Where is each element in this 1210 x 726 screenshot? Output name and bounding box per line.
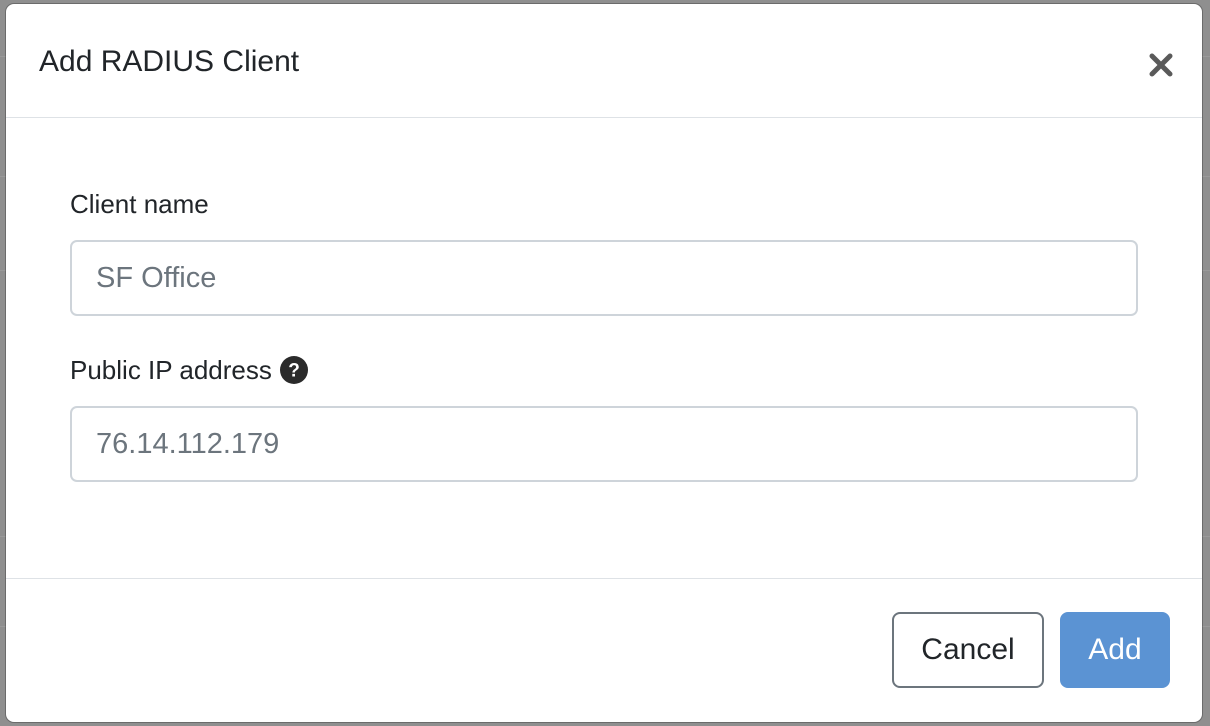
close-button[interactable] bbox=[1142, 46, 1180, 84]
public-ip-label: Public IP address ? bbox=[70, 354, 308, 386]
add-button[interactable]: Add bbox=[1060, 612, 1170, 688]
modal-title: Add RADIUS Client bbox=[39, 45, 300, 78]
modal-header: Add RADIUS Client bbox=[6, 4, 1202, 118]
add-radius-client-dialog: Add RADIUS Client Client name Public IP … bbox=[6, 4, 1202, 722]
modal-footer: Cancel Add bbox=[6, 578, 1202, 722]
cancel-button[interactable]: Cancel bbox=[892, 612, 1044, 688]
client-name-label: Client name bbox=[70, 188, 209, 220]
modal-body: Client name Public IP address ? bbox=[6, 118, 1202, 578]
client-name-label-text: Client name bbox=[70, 189, 209, 219]
close-icon bbox=[1149, 53, 1173, 77]
svg-text:?: ? bbox=[288, 361, 300, 382]
public-ip-label-text: Public IP address bbox=[70, 355, 272, 385]
public-ip-input[interactable] bbox=[70, 406, 1138, 482]
client-name-input[interactable] bbox=[70, 240, 1138, 316]
question-circle-icon[interactable]: ? bbox=[279, 356, 308, 384]
